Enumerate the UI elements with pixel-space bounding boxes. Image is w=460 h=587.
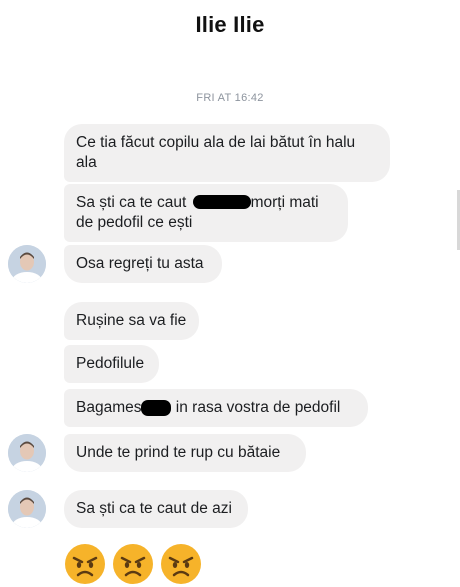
message-bubble[interactable]: Sa ști ca te caut morți mati de pedofil … — [64, 184, 348, 242]
message-bubble[interactable]: Ce tia făcut copilu ala de lai bătut în … — [64, 124, 390, 182]
message-bubble[interactable]: Osa regreți tu asta — [64, 245, 222, 283]
message-timestamp: FRI AT 16:42 — [196, 92, 264, 104]
avatar[interactable] — [8, 245, 46, 283]
message-bubble[interactable]: Bagames in rasa vostra de pedofil — [64, 389, 368, 427]
emoji-message[interactable] — [64, 543, 202, 585]
avatar-photo-icon — [8, 245, 46, 283]
angry-face-icon — [65, 544, 105, 584]
message-text: Pedofilule — [76, 355, 145, 372]
redaction-mark — [192, 195, 251, 209]
message-text: Rușine sa va fie — [76, 312, 187, 329]
message-text: in rasa vostra de pedofil — [175, 399, 341, 416]
message-bubble[interactable]: Unde te prind te rup cu bătaie — [64, 434, 306, 472]
message-text: Bagames — [76, 399, 142, 416]
angry-face-icon — [161, 544, 201, 584]
avatar-photo-icon — [8, 434, 46, 472]
message-bubble[interactable]: Sa ști ca te caut de azi — [64, 490, 248, 528]
message-text: Ce tia făcut copilu ala de lai bătut în … — [76, 134, 356, 171]
avatar[interactable] — [8, 434, 46, 472]
message-text: Unde te prind te rup cu bătaie — [76, 444, 281, 461]
conversation-header: Ilie Ilie — [0, 0, 460, 50]
message-text: Sa ști ca te caut de azi — [76, 500, 232, 517]
redaction-mark — [141, 400, 172, 416]
message-bubble[interactable]: Pedofilule — [64, 345, 159, 383]
angry-face-icon — [113, 544, 153, 584]
avatar[interactable] — [8, 490, 46, 528]
message-text: Osa regreți tu asta — [76, 255, 204, 272]
message-bubble[interactable]: Rușine sa va fie — [64, 302, 199, 340]
contact-name[interactable]: Ilie Ilie — [195, 12, 264, 38]
avatar-photo-icon — [8, 490, 46, 528]
message-text: Sa ști ca te caut — [76, 194, 187, 211]
